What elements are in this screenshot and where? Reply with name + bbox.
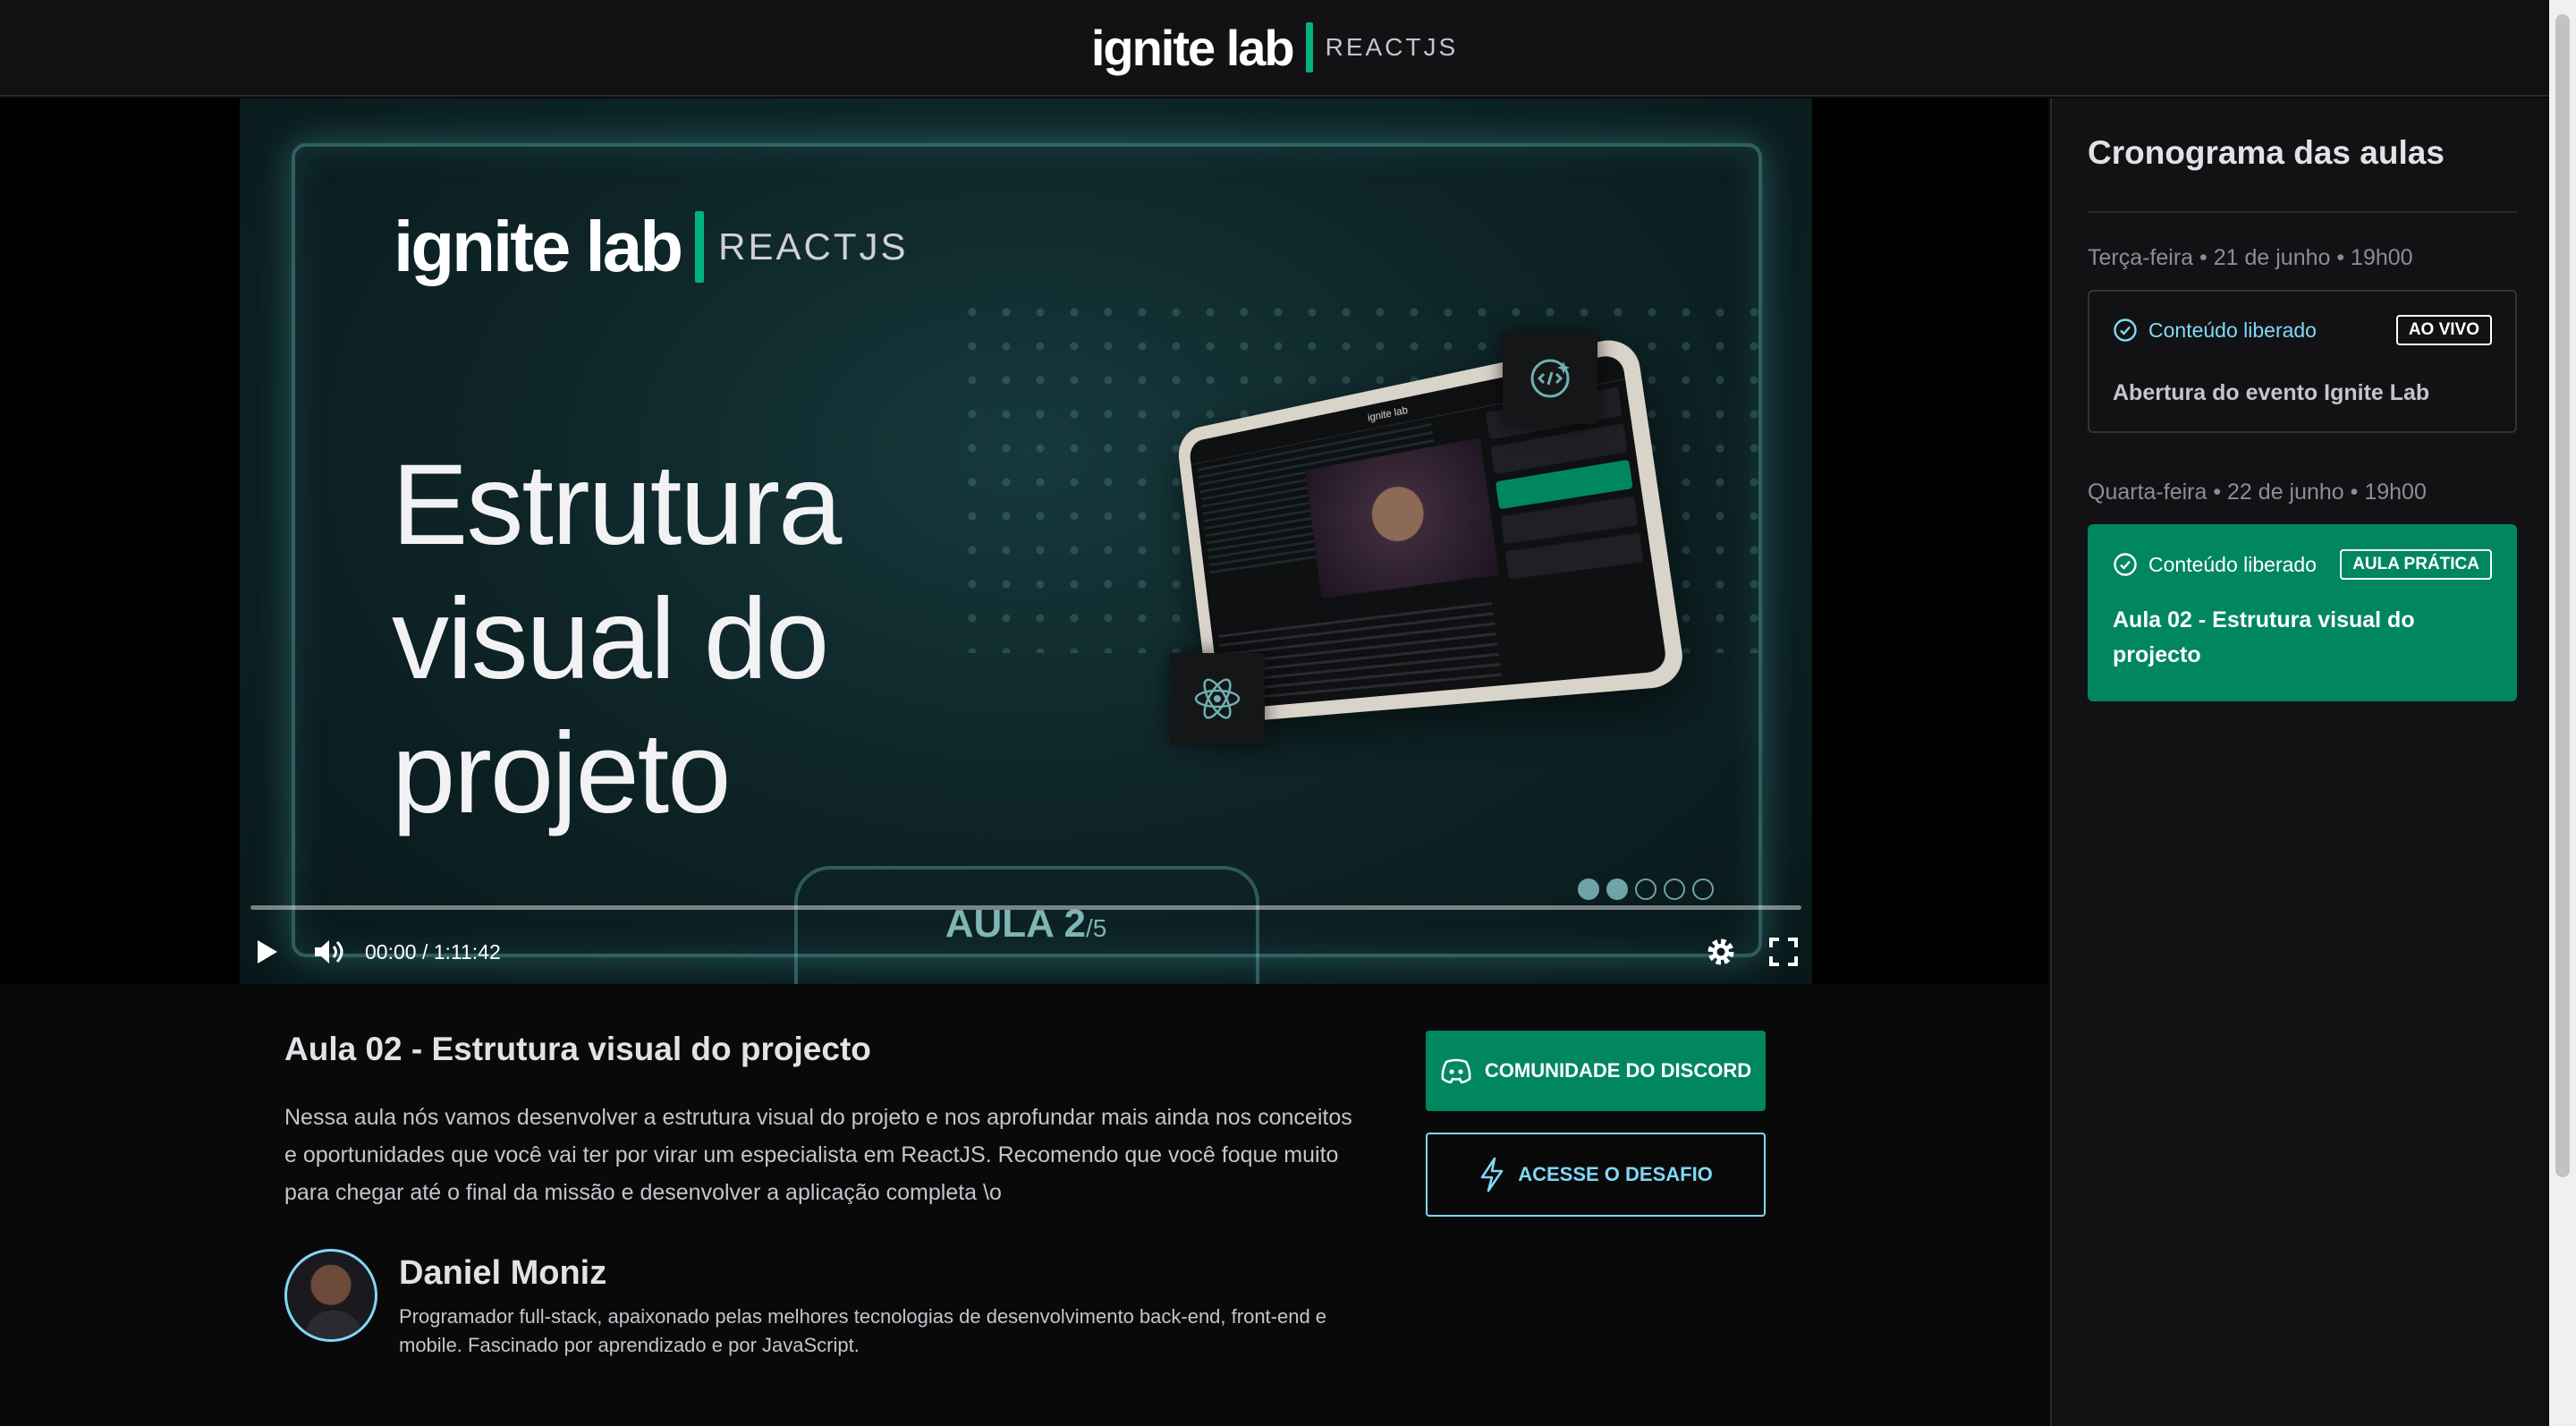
logo-sub-text: REACTJS: [1325, 33, 1459, 61]
video-progress-bar[interactable]: [250, 905, 1801, 910]
app-page: ignite lab REACTJS ignite lab REACTJS Es…: [0, 0, 2576, 1426]
controls-row: 00:00 / 1:11:42: [249, 934, 1801, 970]
slide-dot: [1692, 879, 1714, 900]
sidebar-title: Cronograma das aulas: [2088, 134, 2445, 171]
challenge-button-label: ACESSE O DESAFIO: [1518, 1163, 1713, 1185]
slide-dot: [1606, 879, 1628, 900]
react-badge-tile: [1170, 653, 1265, 744]
lesson-date: Terça-feira • 21 de junho • 19h00: [2088, 245, 2413, 270]
code-icon: [1530, 359, 1570, 398]
slide-dot: [1664, 879, 1685, 900]
volume-icon: [315, 940, 343, 963]
lesson-card-active[interactable]: Conteúdo liberado AULA PRÁTICA Aula 02 -…: [2088, 524, 2517, 701]
check-circle-icon: [2114, 553, 2137, 576]
discord-icon: [1441, 1058, 1471, 1083]
lesson-tag: AO VIVO: [2395, 315, 2492, 345]
scrollbar-thumb[interactable]: [2555, 14, 2570, 1177]
code-badge-tile: [1503, 333, 1597, 424]
video-time: 00:00 / 1:11:42: [365, 939, 501, 963]
sidebar-divider: [2088, 211, 2517, 213]
logo-main-text: ignite lab: [1090, 19, 1295, 76]
react-icon: [1194, 678, 1241, 719]
slide-logo: ignite lab REACTJS: [394, 206, 909, 288]
discord-button-label: COMUNIDADE DO DISCORD: [1484, 1059, 1752, 1082]
video-player-area: ignite lab REACTJS Estrutura visual do p…: [0, 98, 2048, 984]
ignite-lab-logo[interactable]: ignite lab REACTJS: [1091, 19, 1458, 77]
lesson-status-label: Conteúdo liberado: [2148, 318, 2317, 342]
play-icon: [258, 940, 277, 963]
video-controls: 00:00 / 1:11:42: [249, 898, 1801, 984]
author-block: Daniel Moniz Programador full-stack, apa…: [284, 1249, 1358, 1356]
tablet-sidebar: [1486, 386, 1658, 674]
logo-divider: [1305, 22, 1313, 72]
settings-icon: [1707, 938, 1734, 965]
lightning-icon: [1480, 1157, 1504, 1193]
author-name: Daniel Moniz: [399, 1254, 607, 1292]
top-header: ignite lab REACTJS: [0, 0, 2549, 97]
settings-button[interactable]: [1703, 934, 1739, 970]
slide-logo-divider: [695, 211, 705, 283]
lesson-card-title: Abertura do evento Ignite Lab: [2113, 380, 2430, 405]
slide-logo-sub: REACTJS: [718, 225, 909, 267]
access-challenge-button[interactable]: ACESSE O DESAFIO: [1426, 1133, 1766, 1217]
author-bio: Programador full-stack, apaixonado pelas…: [399, 1305, 1327, 1356]
lesson-card-title: Aula 02 - Estrutura visual do projecto: [2113, 607, 2415, 667]
lesson-date: Quarta-feira • 22 de junho • 19h00: [2088, 480, 2427, 505]
lesson-status: Conteúdo liberado: [2113, 318, 2317, 343]
author-avatar: [284, 1249, 377, 1342]
volume-button[interactable]: [311, 934, 347, 970]
discord-community-button[interactable]: COMUNIDADE DO DISCORD: [1426, 1031, 1766, 1111]
lesson-card[interactable]: Conteúdo liberado AO VIVO Abertura do ev…: [2088, 290, 2517, 433]
slide-dot: [1635, 879, 1657, 900]
slide-logo-main: ignite lab: [394, 207, 683, 286]
schedule-sidebar: Cronograma das aulas Terça-feira • 21 de…: [2050, 98, 2549, 1426]
lesson-status: Conteúdo liberado: [2113, 552, 2317, 577]
play-button[interactable]: [249, 934, 284, 970]
lesson-tag: AULA PRÁTICA: [2340, 549, 2492, 580]
lesson-title: Aula 02 - Estrutura visual do projecto: [284, 1031, 871, 1067]
page-scrollbar[interactable]: [2549, 0, 2576, 1426]
video-frame[interactable]: ignite lab REACTJS Estrutura visual do p…: [240, 98, 1812, 984]
lesson-status-label: Conteúdo liberado: [2148, 552, 2317, 576]
check-circle-icon: [2114, 318, 2137, 342]
slide-dot: [1578, 879, 1599, 900]
fullscreen-button[interactable]: [1766, 934, 1801, 970]
lesson-description: Nessa aula nós vamos desenvolver a estru…: [284, 1105, 1352, 1205]
slide-title: Estrutura visual do projeto: [392, 441, 842, 837]
fullscreen-icon: [1769, 938, 1798, 966]
slide-pagination: [1578, 879, 1714, 900]
